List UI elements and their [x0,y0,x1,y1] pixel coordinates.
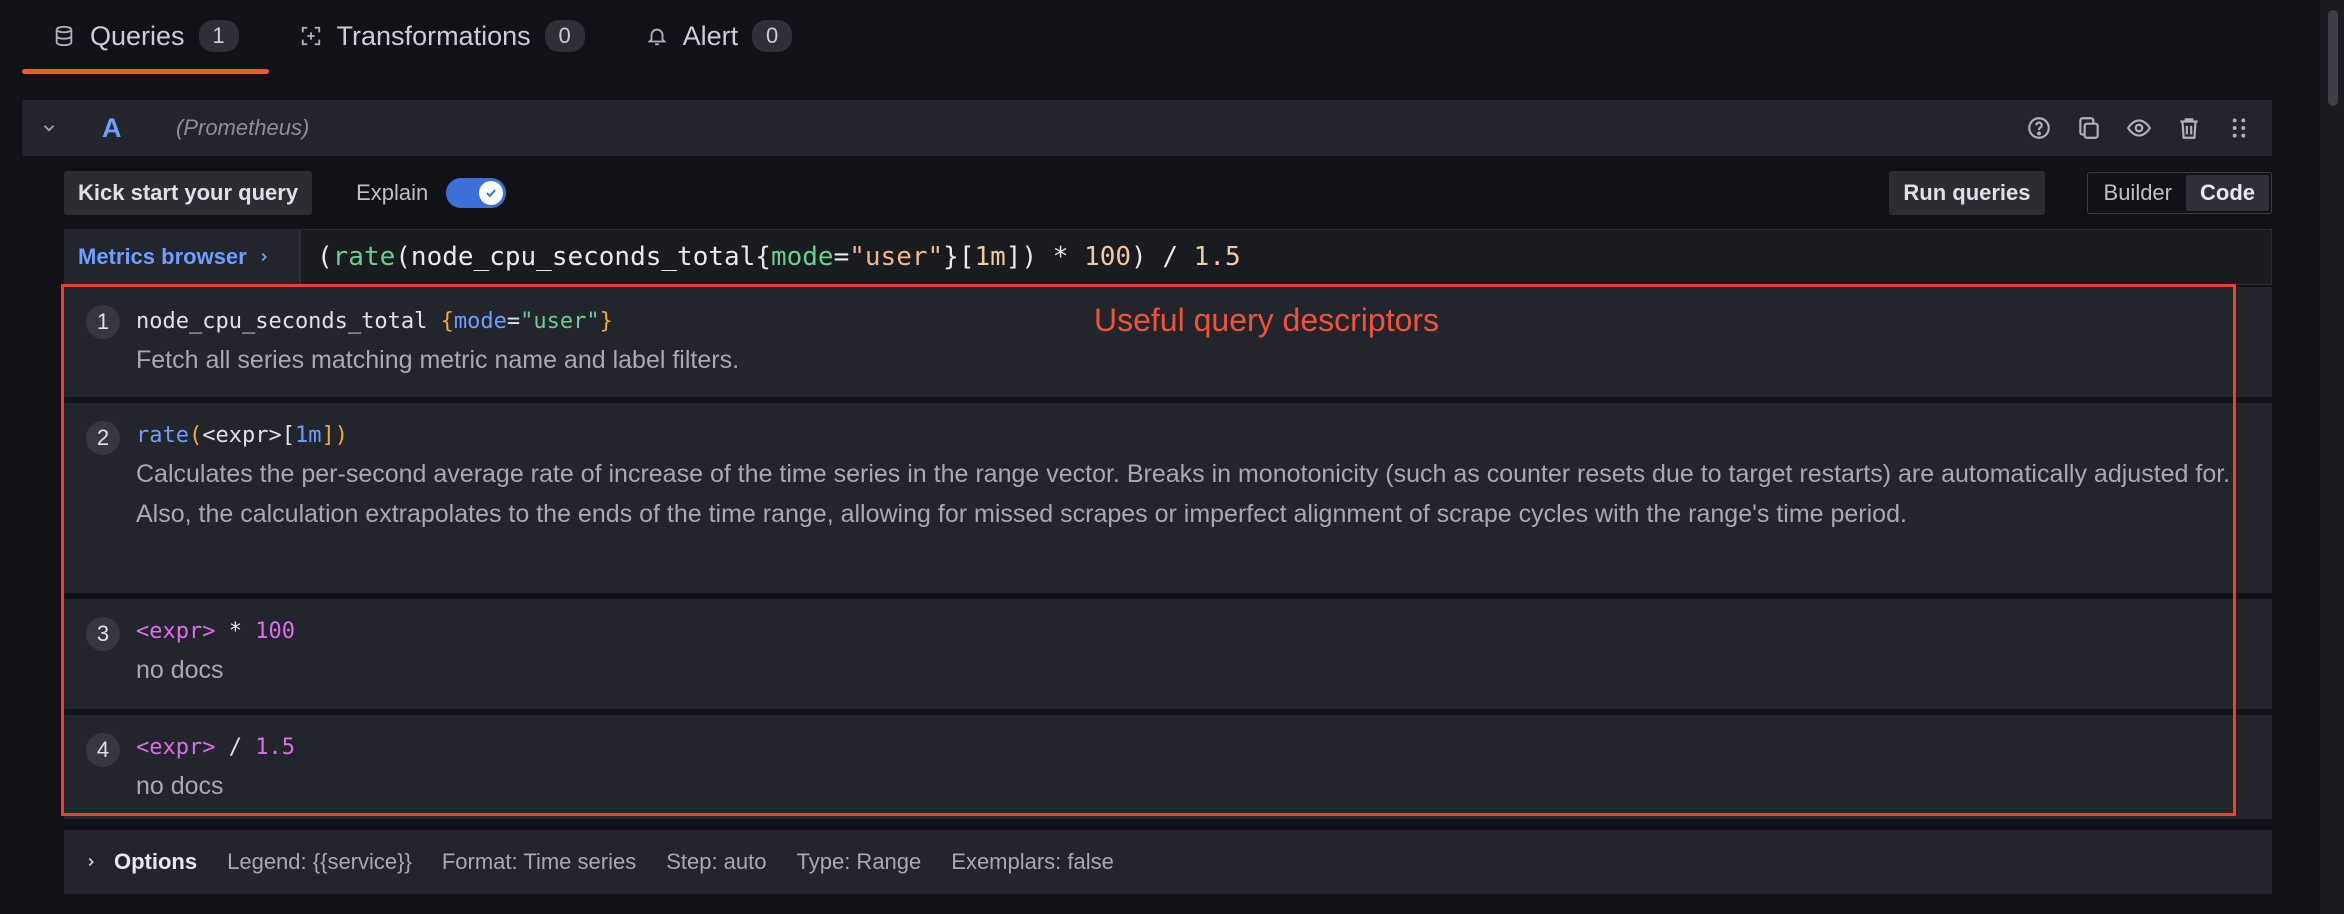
expr-metric: node_cpu_seconds_total [136,309,441,334]
code-token-string: "user" [849,242,944,272]
step-description: Fetch all series matching metric name an… [136,346,740,374]
tab-transformations[interactable]: Transformations 0 [269,0,615,76]
tab-queries[interactable]: Queries 1 [22,0,269,76]
expr-brace: } [599,309,613,334]
check-icon [479,181,504,205]
step-number: 3 [86,617,120,651]
metrics-browser-label: Metrics browser [78,244,247,269]
eye-icon[interactable] [2124,113,2154,143]
scrollbar-track[interactable] [2320,0,2344,914]
step-description: no docs [136,656,224,684]
query-options-bar[interactable]: Options Legend: {{service}} Format: Time… [64,830,2272,894]
tab-label: Transformations [336,20,531,51]
code-token: ]) * [1005,242,1085,272]
explain-label: Explain [356,180,429,205]
step-number: 1 [86,305,120,339]
drag-handle-icon[interactable] [2224,113,2254,143]
expr-placeholder: <expr>[ [202,423,295,448]
code-token-duration: 1m [974,242,1006,272]
query-editor-row: Metrics browser (rate (node_cpu_seconds_t… [64,229,2272,285]
query-toolbar: Kick start your query Explain Run querie… [64,170,2272,216]
code-token-number: 1.5 [1193,242,1241,272]
copy-icon[interactable] [2074,113,2104,143]
expr-label: mode [453,309,507,334]
expr-string: "user" [520,309,600,334]
step-expression: rate(<expr>[1m]) [136,423,2232,448]
tab-count-badge: 1 [198,20,239,52]
options-step: Step: auto [666,849,767,874]
query-actions [2024,113,2272,143]
expr-placeholder: <expr> [136,735,216,760]
code-token-number: 100 [1084,242,1132,272]
options-exemplars: Exemplars: false [951,849,1114,874]
expr-number: 100 [255,619,295,644]
expr-operator: = [506,309,521,334]
options-format: Format: Time series [441,849,637,874]
builder-mode-option[interactable]: Builder [2090,175,2186,211]
code-token: }[ [943,242,975,272]
database-icon [52,24,76,48]
options-title[interactable]: Options [114,849,197,875]
step-number: 4 [86,733,120,767]
explain-step: 3 <expr> * 100 no docs [64,599,2272,709]
kick-start-button[interactable]: Kick start your query [64,171,313,215]
options-legend: Legend: {{service}} [227,849,412,874]
annotation-label: Useful query descriptors [1094,302,1440,338]
expr-brace: ( [188,423,203,448]
transform-icon [299,24,323,48]
step-expression: <expr> * 100 [136,619,2272,644]
step-description: Calculates the per-second average rate o… [136,460,2231,528]
code-token-label: mode [770,242,834,272]
explain-steps: 1 node_cpu_seconds_total {mode="user"} F… [64,287,2272,825]
help-icon[interactable] [2024,113,2054,143]
step-expression: <expr> / 1.5 [136,735,2272,760]
tab-label: Alert [682,20,739,51]
expr-duration: 1m [294,423,322,448]
code-mode-option[interactable]: Code [2186,175,2269,211]
query-ref-name[interactable]: A [76,113,158,144]
code-token: (node_cpu_seconds_total{ [395,242,771,272]
explain-toggle[interactable] [446,178,507,208]
expr-operator: / [215,735,256,760]
expr-placeholder: <expr> [136,619,216,644]
chevron-right-icon [261,252,267,262]
expr-brace: { [440,309,454,334]
tab-bar: Queries 1 Transformations 0 Alert 0 [0,0,2300,76]
expr-function: rate [136,423,189,448]
trash-icon[interactable] [2174,113,2204,143]
metrics-browser-button[interactable]: Metrics browser [64,229,300,285]
explain-step: 2 rate(<expr>[1m]) Calculates the per-se… [64,403,2272,593]
step-number: 2 [86,421,120,455]
query-header: A (Prometheus) [22,100,2272,156]
tab-count-badge: 0 [752,20,793,52]
expr-number: 1.5 [255,735,295,760]
code-token: = [833,242,850,272]
chevron-down-icon[interactable] [22,119,76,137]
explain-step: 4 <expr> / 1.5 no docs [64,715,2272,819]
tab-label: Queries [90,20,185,51]
expr-operator: * [215,619,256,644]
tab-alert[interactable]: Alert 0 [615,0,823,76]
bell-icon [645,24,669,48]
editor-mode-switch: Builder Code [2086,172,2272,214]
chevron-right-icon[interactable] [84,849,114,875]
step-description: no docs [136,772,224,800]
query-code-input[interactable]: (rate (node_cpu_seconds_total{mode = "user"… [300,229,2272,285]
active-tab-indicator [22,69,269,74]
code-token: ) / [1131,242,1194,272]
code-token: ( [317,242,333,272]
expr-brace: ]) [321,423,348,448]
query-datasource: (Prometheus) [176,115,310,140]
code-token-function: rate [332,242,396,272]
scrollbar-thumb[interactable] [2328,10,2338,106]
options-type: Type: Range [796,849,922,874]
run-queries-button[interactable]: Run queries [1889,171,2045,215]
tab-count-badge: 0 [544,20,585,52]
